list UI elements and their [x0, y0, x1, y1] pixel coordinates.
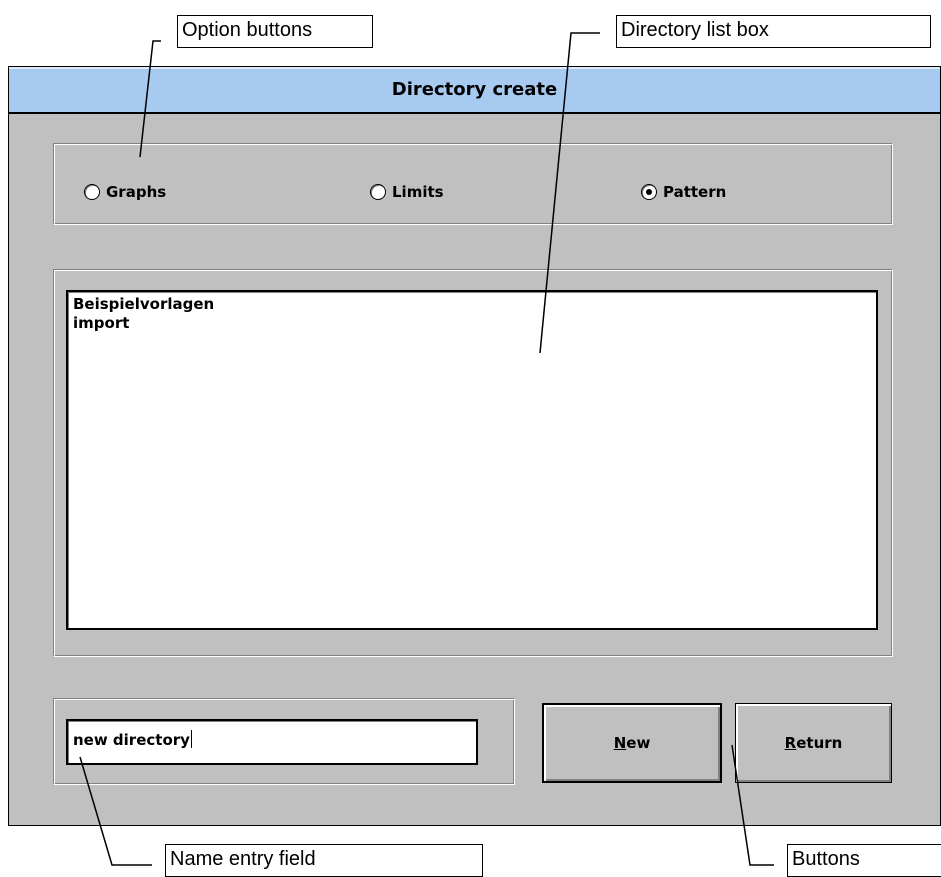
callout-directory-list-box: Directory list box: [616, 15, 931, 48]
radio-graphs[interactable]: Graphs: [84, 182, 166, 202]
radio-graphs-label: Graphs: [106, 183, 167, 201]
option-group: Graphs Limits Pattern: [53, 143, 893, 225]
text-caret: [190, 730, 192, 748]
new-button-label: ew: [626, 734, 651, 752]
new-button-accel: N: [613, 734, 627, 752]
radio-limits-circle: [370, 184, 386, 200]
radio-limits-label: Limits: [392, 183, 444, 201]
radio-pattern-label: Pattern: [663, 183, 727, 201]
radio-limits[interactable]: Limits: [370, 182, 444, 202]
directory-list-box[interactable]: Beispielvorlagen import: [66, 290, 878, 630]
name-entry-value: new directory: [73, 731, 190, 749]
list-item[interactable]: import: [73, 314, 871, 333]
directory-create-dialog: Directory create Graphs Limits Pattern B…: [8, 66, 941, 826]
callout-buttons: Buttons: [787, 844, 941, 877]
directory-list-group: Beispielvorlagen import: [53, 269, 893, 657]
radio-pattern[interactable]: Pattern: [641, 182, 726, 202]
name-entry-field[interactable]: new directory: [66, 719, 478, 765]
dialog-title: Directory create: [9, 67, 940, 114]
name-entry-group: new directory: [53, 698, 515, 785]
radio-graphs-circle: [84, 184, 100, 200]
radio-pattern-circle: [641, 184, 657, 200]
return-button-label: eturn: [796, 734, 843, 752]
list-item[interactable]: Beispielvorlagen: [73, 295, 871, 314]
new-button[interactable]: New: [542, 703, 722, 783]
return-button-accel: R: [784, 734, 797, 752]
callout-option-buttons: Option buttons: [177, 15, 373, 48]
return-button[interactable]: Return: [735, 703, 892, 783]
callout-name-entry-field: Name entry field: [165, 844, 483, 877]
